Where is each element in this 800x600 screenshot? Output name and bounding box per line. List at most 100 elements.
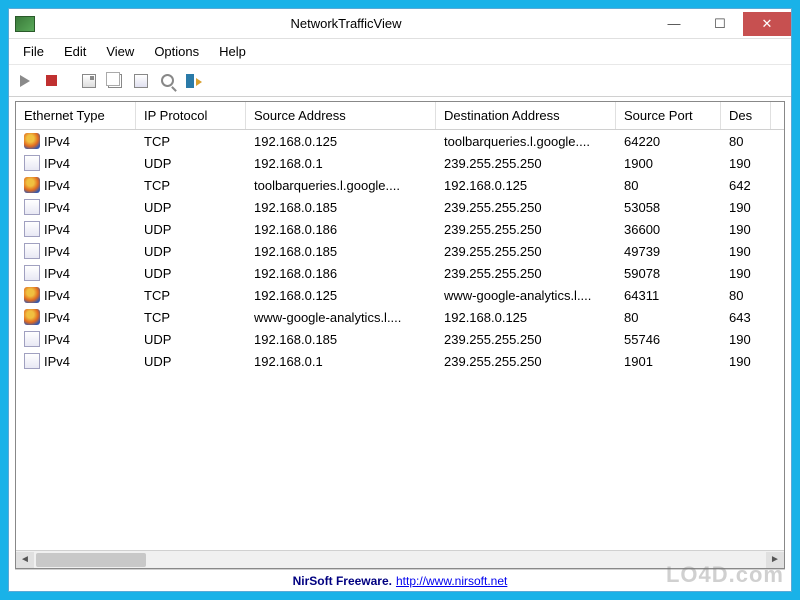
menu-help[interactable]: Help (209, 41, 256, 62)
cell-destination-port: 190 (721, 266, 771, 281)
menu-options[interactable]: Options (144, 41, 209, 62)
scroll-left-button[interactable]: ◄ (16, 552, 34, 568)
cell-ip-protocol: TCP (136, 288, 246, 303)
cell-ip-protocol: UDP (136, 200, 246, 215)
col-ethernet-type[interactable]: Ethernet Type (16, 102, 136, 129)
app-generic-icon (24, 199, 40, 215)
col-source-address[interactable]: Source Address (246, 102, 436, 129)
cell-destination-address: 239.255.255.250 (436, 200, 616, 215)
cell-source-port: 53058 (616, 200, 721, 215)
play-icon (20, 75, 30, 87)
maximize-button[interactable]: ☐ (697, 12, 743, 36)
app-generic-icon (24, 353, 40, 369)
cell-destination-port: 80 (721, 134, 771, 149)
cell-ethernet-type: IPv4 (16, 287, 136, 303)
minimize-button[interactable]: — (651, 12, 697, 36)
cell-source-port: 49739 (616, 244, 721, 259)
cell-source-port: 1901 (616, 354, 721, 369)
cell-destination-address: 239.255.255.250 (436, 332, 616, 347)
scroll-thumb[interactable] (36, 553, 146, 567)
col-destination-port[interactable]: Des (721, 102, 771, 129)
menu-edit[interactable]: Edit (54, 41, 96, 62)
cell-source-address: 192.168.0.1 (246, 354, 436, 369)
status-brand: NirSoft Freeware. (293, 574, 392, 588)
col-ip-protocol[interactable]: IP Protocol (136, 102, 246, 129)
cell-source-address: 192.168.0.1 (246, 156, 436, 171)
find-button[interactable] (157, 71, 177, 91)
traffic-listview[interactable]: Ethernet Type IP Protocol Source Address… (15, 101, 785, 569)
close-button[interactable]: ✕ (743, 12, 791, 36)
app-generic-icon (24, 331, 40, 347)
exit-icon (186, 74, 200, 88)
cell-ethernet-type: IPv4 (16, 353, 136, 369)
scroll-right-button[interactable]: ► (766, 552, 784, 568)
start-capture-button[interactable] (15, 71, 35, 91)
toolbar (9, 65, 791, 97)
cell-source-address: www-google-analytics.l.... (246, 310, 436, 325)
cell-source-address: 192.168.0.186 (246, 222, 436, 237)
table-row[interactable]: IPv4TCP192.168.0.125toolbarqueries.l.goo… (16, 130, 784, 152)
properties-button[interactable] (131, 71, 151, 91)
app-generic-icon (24, 155, 40, 171)
col-destination-address[interactable]: Destination Address (436, 102, 616, 129)
cell-ethernet-type: IPv4 (16, 177, 136, 193)
cell-ethernet-type: IPv4 (16, 243, 136, 259)
table-row[interactable]: IPv4UDP192.168.0.1239.255.255.2501901190 (16, 350, 784, 372)
cell-ethernet-type: IPv4 (16, 331, 136, 347)
scroll-track[interactable] (34, 552, 766, 568)
cell-ip-protocol: UDP (136, 332, 246, 347)
table-row[interactable]: IPv4TCP192.168.0.125www-google-analytics… (16, 284, 784, 306)
cell-destination-address: 239.255.255.250 (436, 266, 616, 281)
cell-destination-port: 643 (721, 310, 771, 325)
cell-source-port: 80 (616, 310, 721, 325)
menu-file[interactable]: File (13, 41, 54, 62)
cell-ip-protocol: UDP (136, 222, 246, 237)
cell-source-address: 192.168.0.186 (246, 266, 436, 281)
table-row[interactable]: IPv4UDP192.168.0.185239.255.255.25049739… (16, 240, 784, 262)
table-row[interactable]: IPv4TCPwww-google-analytics.l....192.168… (16, 306, 784, 328)
cell-ethernet-type: IPv4 (16, 133, 136, 149)
cell-destination-address: toolbarqueries.l.google.... (436, 134, 616, 149)
statusbar: NirSoft Freeware. http://www.nirsoft.net (15, 569, 785, 591)
menubar: File Edit View Options Help (9, 39, 791, 65)
cell-destination-address: 192.168.0.125 (436, 178, 616, 193)
cell-destination-port: 190 (721, 244, 771, 259)
table-row[interactable]: IPv4UDP192.168.0.186239.255.255.25059078… (16, 262, 784, 284)
cell-source-port: 64311 (616, 288, 721, 303)
cell-ip-protocol: TCP (136, 178, 246, 193)
save-button[interactable] (79, 71, 99, 91)
cell-source-port: 55746 (616, 332, 721, 347)
cell-destination-port: 642 (721, 178, 771, 193)
column-headers: Ethernet Type IP Protocol Source Address… (16, 102, 784, 130)
col-source-port[interactable]: Source Port (616, 102, 721, 129)
table-row[interactable]: IPv4UDP192.168.0.185239.255.255.25053058… (16, 196, 784, 218)
cell-destination-address: 239.255.255.250 (436, 156, 616, 171)
firefox-icon (24, 309, 40, 325)
cell-destination-port: 190 (721, 200, 771, 215)
menu-view[interactable]: View (96, 41, 144, 62)
cell-ethernet-type: IPv4 (16, 309, 136, 325)
cell-source-address: 192.168.0.125 (246, 134, 436, 149)
cell-ethernet-type: IPv4 (16, 155, 136, 171)
table-row[interactable]: IPv4UDP192.168.0.186239.255.255.25036600… (16, 218, 784, 240)
listview-body: IPv4TCP192.168.0.125toolbarqueries.l.goo… (16, 130, 784, 550)
exit-button[interactable] (183, 71, 203, 91)
table-row[interactable]: IPv4UDP192.168.0.185239.255.255.25055746… (16, 328, 784, 350)
table-row[interactable]: IPv4TCPtoolbarqueries.l.google....192.16… (16, 174, 784, 196)
cell-destination-address: 192.168.0.125 (436, 310, 616, 325)
cell-ip-protocol: TCP (136, 134, 246, 149)
stop-icon (46, 75, 57, 86)
cell-source-address: toolbarqueries.l.google.... (246, 178, 436, 193)
cell-source-port: 59078 (616, 266, 721, 281)
table-row[interactable]: IPv4UDP192.168.0.1239.255.255.2501900190 (16, 152, 784, 174)
stop-capture-button[interactable] (41, 71, 61, 91)
titlebar[interactable]: NetworkTrafficView — ☐ ✕ (9, 9, 791, 39)
cell-destination-port: 190 (721, 222, 771, 237)
cell-destination-port: 190 (721, 332, 771, 347)
status-link[interactable]: http://www.nirsoft.net (396, 574, 507, 588)
app-window: NetworkTrafficView — ☐ ✕ File Edit View … (8, 8, 792, 592)
horizontal-scrollbar[interactable]: ◄ ► (16, 550, 784, 568)
properties-icon (134, 74, 148, 88)
copy-button[interactable] (105, 71, 125, 91)
cell-source-address: 192.168.0.185 (246, 332, 436, 347)
